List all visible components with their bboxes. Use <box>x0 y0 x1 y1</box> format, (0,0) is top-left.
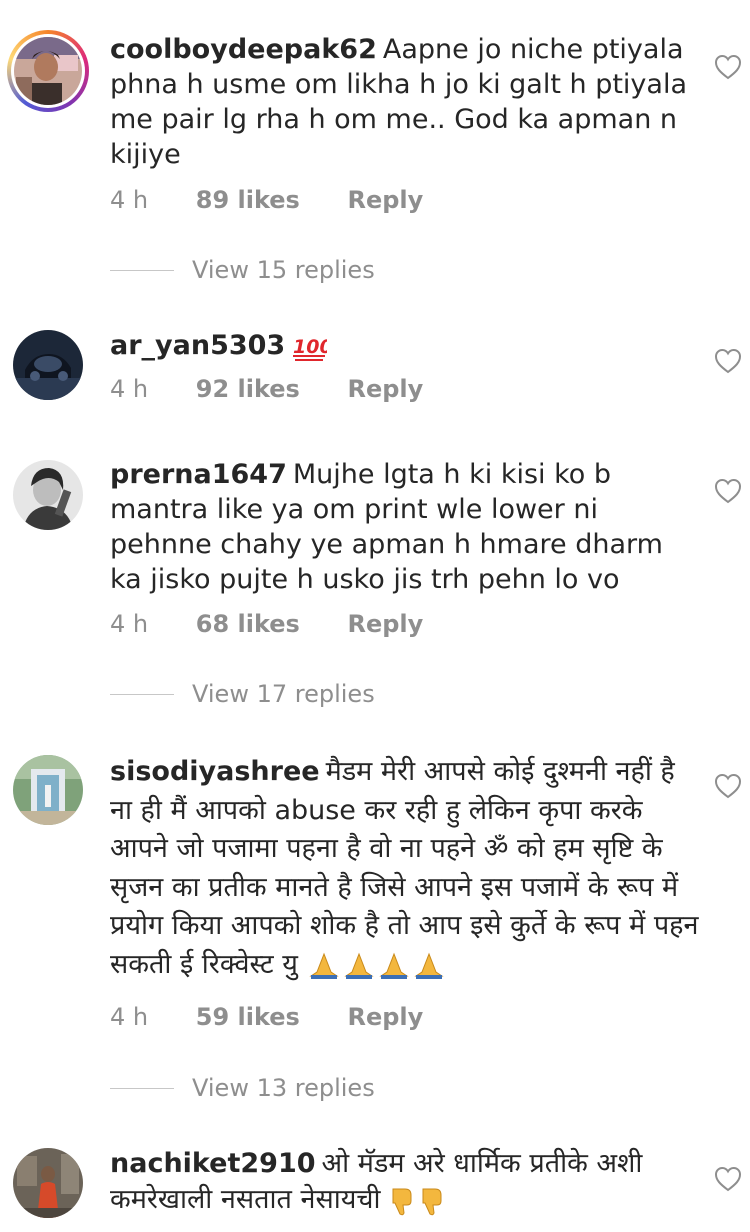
folded-hands-emoji <box>308 952 444 979</box>
svg-text:100: 100 <box>293 336 327 358</box>
username[interactable]: coolboydeepak62 <box>110 34 377 65</box>
timestamp: 4 h <box>110 186 149 214</box>
likes-count[interactable]: 92 likes <box>196 375 300 403</box>
comment-meta: 4 h 68 likes Reply <box>110 610 463 638</box>
heart-outline-icon[interactable] <box>714 773 742 799</box>
avatar[interactable] <box>13 460 83 530</box>
username[interactable]: prerna1647 <box>110 459 287 490</box>
view-replies-label: View 13 replies <box>192 1074 375 1102</box>
reply-button[interactable]: Reply <box>347 375 423 403</box>
comment-text: coolboydeepak62 Aapne jo niche ptiyala ph… <box>110 32 700 172</box>
comment-body: मैडम मेरी आपसे कोई दुश्मनी नहीं है ना ही… <box>110 756 699 980</box>
likes-count[interactable]: 89 likes <box>196 186 300 214</box>
comment-text: nachiket2910 ओ मॅडम अरे धार्मिक प्रतीके अ… <box>110 1146 700 1218</box>
avatar[interactable] <box>13 330 83 400</box>
heart-outline-icon[interactable] <box>714 1166 742 1192</box>
heart-outline-icon[interactable] <box>714 54 742 80</box>
username[interactable]: sisodiyashree <box>110 756 320 787</box>
comment-meta: 4 h 59 likes Reply <box>110 1003 463 1031</box>
username[interactable]: nachiket2910 <box>110 1148 316 1179</box>
comment-text: sisodiyashree मैडम मेरी आपसे कोई दुश्मनी … <box>110 753 700 984</box>
timestamp: 4 h <box>110 375 149 403</box>
divider-line <box>110 270 174 271</box>
avatar[interactable] <box>7 30 89 112</box>
comment-text: ar_yan5303 100 <box>110 328 700 363</box>
profile-photo-icon <box>14 37 82 105</box>
divider-line <box>110 1088 174 1089</box>
timestamp: 4 h <box>110 1003 149 1031</box>
likes-count[interactable]: 59 likes <box>196 1003 300 1031</box>
hundred-points-emoji: 100 <box>293 336 327 361</box>
reply-button[interactable]: Reply <box>347 186 423 214</box>
heart-outline-icon[interactable] <box>714 478 742 504</box>
avatar[interactable] <box>13 1148 83 1218</box>
reply-button[interactable]: Reply <box>347 1003 423 1031</box>
heart-outline-icon[interactable] <box>714 348 742 374</box>
comment-meta: 4 h 92 likes Reply <box>110 375 463 403</box>
profile-photo-icon <box>13 460 83 530</box>
profile-photo-icon <box>13 330 83 400</box>
view-replies-label: View 15 replies <box>192 256 375 284</box>
username[interactable]: ar_yan5303 <box>110 330 285 361</box>
profile-photo-icon <box>13 755 83 825</box>
thumbs-down-emoji <box>392 1188 442 1215</box>
avatar[interactable] <box>13 755 83 825</box>
profile-photo-icon <box>13 1148 83 1218</box>
likes-count[interactable]: 68 likes <box>196 610 300 638</box>
divider-line <box>110 694 174 695</box>
view-replies-label: View 17 replies <box>192 680 375 708</box>
comment-text: prerna1647 Mujhe lgta h ki kisi ko b mant… <box>110 457 700 597</box>
comment-meta: 4 h 89 likes Reply <box>110 186 463 214</box>
timestamp: 4 h <box>110 610 149 638</box>
reply-button[interactable]: Reply <box>347 610 423 638</box>
